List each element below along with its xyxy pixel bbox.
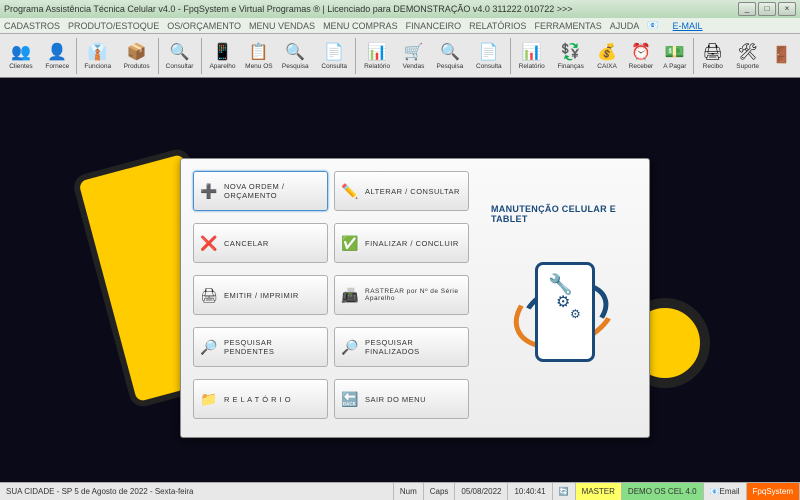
relatório-icon: 📊 <box>521 41 543 63</box>
consulta-icon: 📄 <box>478 41 500 63</box>
recibo-icon: 🖨 <box>702 41 724 63</box>
toolbar-fornece[interactable]: 👤Fornece <box>41 36 74 76</box>
toolbar: 👥Clientes👤Fornece👔Funciona📦Produtos🔍Cons… <box>0 34 800 78</box>
clientes-icon: 👥 <box>10 41 32 63</box>
toolbar-caixa[interactable]: 💰CAIXA <box>591 36 624 76</box>
status-location: SUA CIDADE - SP 5 de Agosto de 2022 - Se… <box>0 483 394 500</box>
menu-produto-estoque[interactable]: PRODUTO/ESTOQUE <box>68 21 159 31</box>
menu-cadastros[interactable]: CADASTROS <box>4 21 60 31</box>
status-brand: FpqSystem <box>747 483 800 500</box>
toolbar-vendas[interactable]: 🛒Vendas <box>397 36 430 76</box>
caixa-icon: 💰 <box>596 41 618 63</box>
toolbar-aparelho[interactable]: 📱Aparelho <box>204 36 242 76</box>
aparelho-icon: 📱 <box>211 41 233 63</box>
toolbar-consulta[interactable]: 📄Consulta <box>470 36 508 76</box>
menu-ajuda[interactable]: AJUDA <box>610 21 640 31</box>
minimize-button[interactable]: _ <box>738 2 756 16</box>
menu-financeiro[interactable]: FINANCEIRO <box>406 21 462 31</box>
wrench-icon: 🔧 <box>548 272 573 297</box>
toolbar-receber[interactable]: ⏰Receber <box>625 36 658 76</box>
pesquisa-icon: 🔍 <box>284 41 306 63</box>
receber-icon: ⏰ <box>630 41 652 63</box>
status-db: DEMO OS CEL 4.0 <box>622 483 704 500</box>
dlg-btn-4[interactable]: 🖨EMITIR / IMPRIMIR <box>193 275 328 315</box>
dlg-btn-8[interactable]: 📁R E L A T Ó R I O <box>193 379 328 419</box>
status-date: 05/08/2022 <box>455 483 508 500</box>
titlebar: Programa Assistência Técnica Celular v4.… <box>0 0 800 18</box>
toolbar-pesquisa[interactable]: 🔍Pesquisa <box>431 36 469 76</box>
toolbar-relatório[interactable]: 📊Relatório <box>513 36 551 76</box>
dlg-btn-1[interactable]: ✏️ALTERAR / CONSULTAR <box>334 171 469 211</box>
relatório-icon: 📊 <box>366 41 388 63</box>
menu-vendas[interactable]: MENU VENDAS <box>249 21 315 31</box>
dlg-btn-6[interactable]: 🔎PESQUISAR PENDENTES <box>193 327 328 367</box>
exit-icon: 🚪 <box>771 44 793 66</box>
maximize-button[interactable]: □ <box>758 2 776 16</box>
window-controls: _ □ × <box>738 2 796 16</box>
a pagar-icon: 💵 <box>664 41 686 63</box>
consulta-icon: 📄 <box>323 41 345 63</box>
fornece-icon: 👤 <box>46 41 68 63</box>
toolbar-produtos[interactable]: 📦Produtos <box>118 36 156 76</box>
menu-os-orcamento[interactable]: OS/ORÇAMENTO <box>167 21 241 31</box>
statusbar: SUA CIDADE - SP 5 de Agosto de 2022 - Se… <box>0 482 800 500</box>
menubar: CADASTROS PRODUTO/ESTOQUE OS/ORÇAMENTO M… <box>0 18 800 34</box>
toolbar-menu os[interactable]: 📋Menu OS <box>242 36 275 76</box>
status-user: MASTER <box>576 483 622 500</box>
titlebar-text: Programa Assistência Técnica Celular v4.… <box>4 4 738 14</box>
toolbar-a pagar[interactable]: 💵A Pagar <box>658 36 691 76</box>
pesquisa-icon: 🔍 <box>439 41 461 63</box>
toolbar-relatório[interactable]: 📊Relatório <box>358 36 396 76</box>
toolbar-pesquisa[interactable]: 🔍Pesquisa <box>276 36 314 76</box>
logo-title: MANUTENÇÃO CELULAR E TABLET <box>491 204 639 224</box>
status-mail[interactable]: 📧 Email <box>704 483 747 500</box>
toolbar-suporte[interactable]: 🛠Suporte <box>731 36 764 76</box>
menu-relatorios[interactable]: RELATÓRIOS <box>469 21 526 31</box>
toolbar-clientes[interactable]: 👥Clientes <box>2 36 40 76</box>
dialog-button-grid: ➕NOVA ORDEM / ORÇAMENTO✏️ALTERAR / CONSU… <box>181 159 481 437</box>
dlg-btn-3[interactable]: ✅FINALIZAR / CONCLUIR <box>334 223 469 263</box>
status-caps: Caps <box>424 483 456 500</box>
dlg-btn-0[interactable]: ➕NOVA ORDEM / ORÇAMENTO <box>193 171 328 211</box>
status-time: 10:40:41 <box>508 483 552 500</box>
produtos-icon: 📦 <box>126 41 148 63</box>
menu-ferramentas[interactable]: FERRAMENTAS <box>534 21 601 31</box>
consultar-icon: 🔍 <box>169 41 191 63</box>
vendas-icon: 🛒 <box>403 41 425 63</box>
workspace: ➕NOVA ORDEM / ORÇAMENTO✏️ALTERAR / CONSU… <box>0 78 800 482</box>
status-sync-icon[interactable]: 🔄 <box>553 483 576 500</box>
funciona-icon: 👔 <box>87 41 109 63</box>
toolbar-funciona[interactable]: 👔Funciona <box>79 36 117 76</box>
logo-image: ⚙ ⚙ 🔧 <box>500 232 630 392</box>
toolbar-consultar[interactable]: 🔍Consultar <box>161 36 199 76</box>
toolbar-exit[interactable]: 🚪 <box>765 36 798 76</box>
finanças-icon: 💱 <box>560 41 582 63</box>
toolbar-finanças[interactable]: 💱Finanças <box>552 36 590 76</box>
status-num: Num <box>394 483 424 500</box>
gear-icon: ⚙ <box>570 307 581 321</box>
dlg-btn-7[interactable]: 🔎PESQUISAR FINALIZADOS <box>334 327 469 367</box>
dlg-btn-2[interactable]: ❌CANCELAR <box>193 223 328 263</box>
menu-email[interactable]: E-MAIL <box>673 21 703 31</box>
suporte-icon: 🛠 <box>737 41 759 63</box>
menu-compras[interactable]: MENU COMPRAS <box>323 21 398 31</box>
close-button[interactable]: × <box>778 2 796 16</box>
dlg-btn-5[interactable]: 📠RASTREAR por Nº de Série Aparelho <box>334 275 469 315</box>
logo-pane: MANUTENÇÃO CELULAR E TABLET ⚙ ⚙ 🔧 <box>481 159 649 437</box>
os-menu-dialog: ➕NOVA ORDEM / ORÇAMENTO✏️ALTERAR / CONSU… <box>180 158 650 438</box>
menu os-icon: 📋 <box>248 41 270 63</box>
dlg-btn-9[interactable]: 🔙SAIR DO MENU <box>334 379 469 419</box>
toolbar-consulta[interactable]: 📄Consulta <box>315 36 353 76</box>
toolbar-recibo[interactable]: 🖨Recibo <box>696 36 729 76</box>
